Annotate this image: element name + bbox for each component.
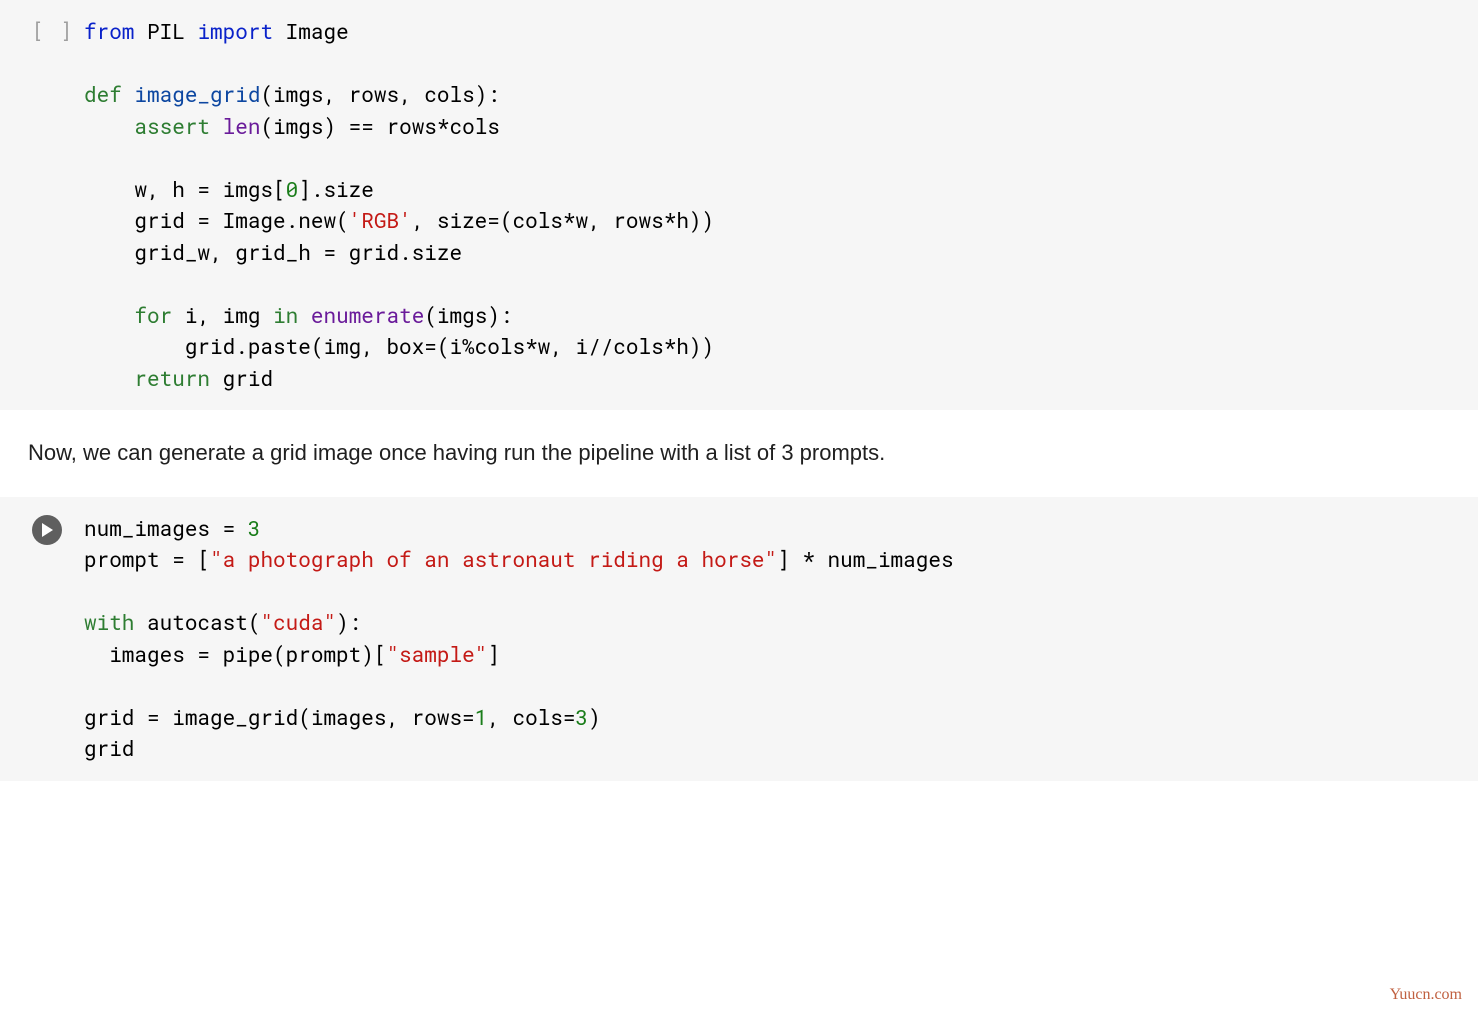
code-cell-1: [ ] from PIL import Image def image_grid… xyxy=(0,0,1478,410)
play-icon xyxy=(41,523,53,537)
cell-execution-indicator[interactable]: [ ] xyxy=(32,14,84,44)
code-editor-2[interactable]: num_images = 3 prompt = ["a photograph o… xyxy=(84,511,954,767)
code-cell-2: num_images = 3 prompt = ["a photograph o… xyxy=(0,497,1478,781)
markdown-text: Now, we can generate a grid image once h… xyxy=(0,410,1478,497)
watermark-text: Yuucn.com xyxy=(1390,986,1462,1004)
code-editor-1[interactable]: from PIL import Image def image_grid(img… xyxy=(84,14,714,396)
run-cell-button[interactable] xyxy=(32,515,62,545)
cell-run-gutter xyxy=(32,511,84,545)
